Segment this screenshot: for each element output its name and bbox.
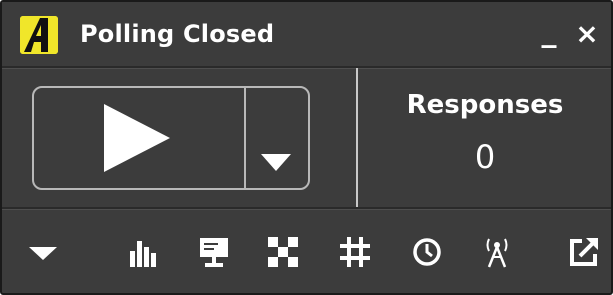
play-control-group — [32, 86, 310, 190]
title-bar[interactable]: Polling Closed _ × — [2, 2, 611, 66]
play-icon — [104, 104, 170, 172]
checkerboard-icon — [268, 237, 298, 267]
toolbar — [2, 211, 611, 293]
responses-count: 0 — [474, 138, 496, 176]
bar-chart-icon — [130, 241, 156, 267]
app-logo-icon — [20, 16, 58, 54]
grid-view-button[interactable] — [266, 235, 300, 269]
start-polling-button[interactable] — [34, 88, 246, 188]
window-title: Polling Closed — [80, 20, 275, 48]
crop-region-button[interactable] — [338, 235, 372, 269]
minimize-button[interactable]: _ — [535, 14, 563, 50]
close-button[interactable]: × — [573, 14, 601, 50]
crop-frame-icon — [340, 237, 370, 267]
pop-out-button[interactable] — [567, 235, 601, 269]
results-chart-button[interactable] — [126, 235, 160, 269]
timer-button[interactable] — [410, 235, 444, 269]
menu-dropdown-icon — [29, 247, 57, 260]
broadcast-antenna-icon — [486, 238, 508, 268]
menu-dropdown-button[interactable] — [26, 235, 60, 269]
toolbar-separator — [2, 207, 611, 210]
presentation-icon — [200, 238, 228, 267]
receiver-button[interactable] — [480, 235, 514, 269]
polling-widget: Polling Closed _ × Responses 0 — [0, 0, 613, 295]
external-link-icon — [570, 238, 598, 266]
chevron-down-icon — [261, 154, 291, 171]
show-presentation-button[interactable] — [197, 235, 231, 269]
clock-icon — [413, 238, 441, 266]
responses-label: Responses — [406, 90, 564, 120]
play-options-dropdown[interactable] — [246, 88, 308, 188]
title-separator — [2, 66, 611, 69]
vertical-divider — [356, 68, 358, 208]
